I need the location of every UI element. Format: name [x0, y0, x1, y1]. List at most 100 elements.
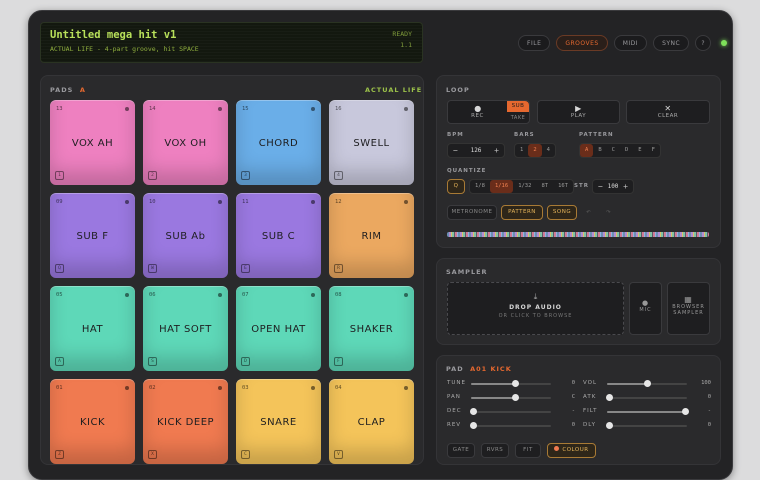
dec-slider[interactable]	[470, 408, 551, 415]
mic-button[interactable]: ● MIC	[629, 282, 662, 335]
quantize-selector[interactable]: 1/8 1/16 1/32 8T 16T	[469, 179, 574, 194]
vol-slider[interactable]	[607, 380, 687, 387]
quantize-option[interactable]: 16T	[553, 180, 573, 193]
pad-label: HAT SOFT	[159, 324, 212, 335]
plus-icon[interactable]: +	[494, 146, 499, 155]
minus-icon[interactable]: −	[598, 182, 603, 191]
pad-key-hint: R	[334, 264, 343, 273]
slider-knob[interactable]	[681, 408, 689, 415]
filt-label: FILT	[583, 408, 598, 414]
pad-14[interactable]: 14 VOX OH 2	[143, 100, 228, 185]
tune-slider[interactable]	[471, 380, 551, 387]
quantize-label: QUANTIZE	[447, 168, 487, 174]
pad-label: VOX OH	[164, 138, 207, 149]
pad-07[interactable]: 07 OPEN HAT D	[236, 286, 321, 371]
clear-button[interactable]: ✕ CLEAR	[626, 100, 710, 124]
pad-03[interactable]: 03 SNARE C	[236, 379, 321, 464]
pad-04[interactable]: 04 CLAP V	[329, 379, 414, 464]
grooves-button[interactable]: GROOVES	[556, 35, 608, 51]
dly-label: DLY	[583, 422, 596, 428]
pad-number: 10	[149, 199, 156, 205]
quantize-toggle[interactable]: Q	[447, 179, 465, 194]
pad-11[interactable]: 11 SUB C E	[236, 193, 321, 278]
bars-option[interactable]: 2	[528, 144, 542, 157]
close-icon: ✕	[664, 104, 672, 113]
take-label: TAKE	[510, 115, 526, 121]
record-button[interactable]: ● REC SUB TAKE	[447, 100, 530, 124]
pad-02[interactable]: 02 KICK DEEP X	[143, 379, 228, 464]
pad-10[interactable]: 10 SUB Ab W	[143, 193, 228, 278]
pad-15[interactable]: 15 CHORD 3	[236, 100, 321, 185]
help-button[interactable]: ?	[695, 35, 712, 51]
slider-knob[interactable]	[512, 394, 519, 401]
pad-led-icon	[404, 386, 408, 390]
pattern-option[interactable]: D	[620, 144, 633, 157]
quantize-option[interactable]: 1/8	[470, 180, 490, 193]
pattern-option[interactable]: C	[607, 144, 620, 157]
file-button[interactable]: FILE	[518, 35, 551, 51]
midi-button[interactable]: MIDI	[613, 35, 648, 51]
pad-05[interactable]: 05 HAT A	[50, 286, 135, 371]
pad-16[interactable]: 16 SWELL 4	[329, 100, 414, 185]
pad-number: 09	[56, 199, 63, 205]
pad-01[interactable]: 01 KICK Z	[50, 379, 135, 464]
pad-led-icon	[218, 200, 222, 204]
vol-value: 100	[701, 380, 711, 386]
pan-slider[interactable]	[471, 394, 551, 401]
reverse-button[interactable]: RVRS	[481, 443, 509, 458]
pad-led-icon	[404, 293, 408, 297]
minus-icon[interactable]: −	[453, 146, 458, 155]
pattern-option[interactable]: B	[593, 144, 606, 157]
filt-slider[interactable]	[607, 408, 689, 415]
drop-audio-hint: OR CLICK TO BROWSE	[498, 313, 573, 319]
pattern-option[interactable]: A	[580, 144, 594, 157]
dly-slider[interactable]	[606, 422, 687, 429]
redo-icon[interactable]: ↷	[606, 207, 611, 216]
pad-number: 02	[149, 385, 156, 391]
pad-label: SUB C	[261, 231, 296, 242]
pattern-option[interactable]: E	[633, 144, 646, 157]
strength-stepper[interactable]: −100 +	[592, 179, 634, 194]
metronome-button[interactable]: METRONOME	[447, 205, 497, 220]
song-mode-button[interactable]: SONG	[547, 205, 577, 220]
pad-06[interactable]: 06 HAT SOFT S	[143, 286, 228, 371]
fit-button[interactable]: FIT	[515, 443, 541, 458]
pad-13[interactable]: 13 VOX AH 1	[50, 100, 135, 185]
gate-button[interactable]: GATE	[447, 443, 475, 458]
browser-sampler-button[interactable]: ▦ BROWSER SAMPLER	[667, 282, 710, 335]
dec-value: -	[571, 408, 575, 414]
pattern-selector[interactable]: ABCDEF	[579, 143, 661, 158]
pan-value: C	[571, 394, 575, 400]
pattern-label: PATTERN	[579, 132, 614, 138]
quantize-option[interactable]: 8T	[536, 180, 553, 193]
drop-audio-zone[interactable]: ⤓ DROP AUDIO OR CLICK TO BROWSE	[447, 282, 624, 335]
pad-09[interactable]: 09 SUB F Q	[50, 193, 135, 278]
bars-option[interactable]: 4	[542, 144, 555, 157]
pad-number: 06	[149, 292, 156, 298]
play-button[interactable]: ▶ PLAY	[537, 100, 620, 124]
colour-button[interactable]: COLOUR	[547, 443, 596, 458]
pattern-mode-button[interactable]: PATTERN	[501, 205, 543, 220]
quantize-option[interactable]: 1/32	[513, 180, 536, 193]
slider-knob[interactable]	[512, 380, 519, 387]
pattern-option[interactable]: F	[647, 144, 660, 157]
bpm-stepper[interactable]: − 126 +	[447, 143, 505, 158]
bank-label: A	[79, 86, 86, 94]
atk-slider[interactable]	[606, 394, 687, 401]
pad-led-icon	[311, 200, 315, 204]
pad-08[interactable]: 08 SHAKER F	[329, 286, 414, 371]
pad-label: KICK DEEP	[156, 417, 215, 428]
sync-button[interactable]: SYNC	[653, 35, 690, 51]
undo-icon[interactable]: ↶	[586, 207, 591, 216]
pad-led-icon	[125, 200, 129, 204]
pad-key-hint: 2	[148, 171, 157, 180]
bars-selector[interactable]: 124	[514, 143, 556, 158]
plus-icon[interactable]: +	[623, 182, 628, 191]
quantize-option[interactable]: 1/16	[489, 180, 514, 193]
pad-12[interactable]: 12 RIM R	[329, 193, 414, 278]
rev-slider[interactable]	[470, 422, 551, 429]
pad-label: SUB Ab	[165, 231, 206, 242]
bars-option[interactable]: 1	[515, 144, 528, 157]
slider-knob[interactable]	[644, 380, 651, 387]
sub-button[interactable]: SUB	[507, 101, 529, 112]
